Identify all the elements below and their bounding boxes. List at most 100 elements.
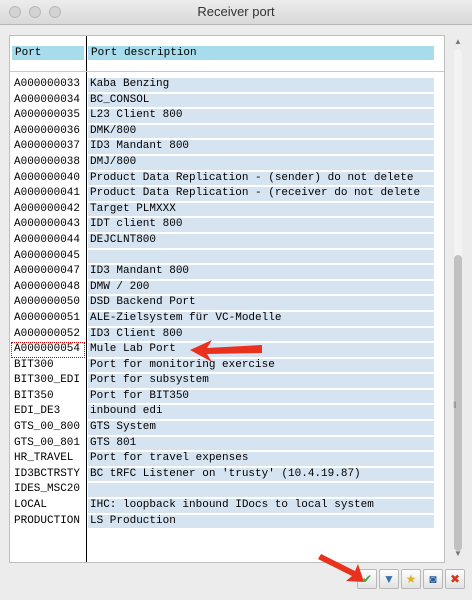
port-cell[interactable]: A000000045 <box>12 250 84 264</box>
port-cell[interactable]: A000000043 <box>12 218 84 232</box>
port-description-cell[interactable]: DMW / 200 <box>88 280 434 295</box>
table-row[interactable]: A000000042 Target PLMXXX <box>10 202 444 218</box>
port-description-cell[interactable] <box>88 483 434 498</box>
port-cell[interactable]: A000000035 <box>12 109 84 123</box>
vertical-scrollbar[interactable]: ▲ ‖ ▼ <box>452 35 464 561</box>
port-description-cell[interactable]: Port for BIT350 <box>88 389 434 404</box>
port-description-cell[interactable]: IHC: loopback inbound IDocs to local sys… <box>88 499 434 513</box>
port-description-cell[interactable]: LS Production <box>88 514 434 529</box>
port-cell[interactable]: A000000047 <box>12 265 84 279</box>
window-titlebar: Receiver port <box>0 0 472 25</box>
port-cell[interactable]: LOCAL <box>12 499 84 513</box>
port-description-cell[interactable]: IDT client 800 <box>88 218 434 232</box>
port-cell[interactable]: A000000054 <box>11 342 85 358</box>
port-cell[interactable]: BIT350 <box>12 390 84 404</box>
table-row[interactable]: PRODUCTION LS Production <box>10 514 444 530</box>
port-cell[interactable]: IDES_MSC20 <box>12 483 84 497</box>
port-description-cell[interactable]: inbound edi <box>88 405 434 420</box>
port-cell[interactable]: A000000048 <box>12 281 84 295</box>
port-cell[interactable]: GTS_00_801 <box>12 437 84 451</box>
port-description-cell[interactable]: L23 Client 800 <box>88 109 434 123</box>
port-cell[interactable]: A000000038 <box>12 156 84 170</box>
table-row[interactable]: A000000044 DEJCLNT800 <box>10 233 444 249</box>
port-cell[interactable]: A000000041 <box>12 187 84 201</box>
column-header-port[interactable]: Port <box>12 46 84 60</box>
port-description-cell[interactable]: DEJCLNT800 <box>88 233 434 248</box>
table-row[interactable]: BIT300_EDI Port for subsystem <box>10 373 444 389</box>
port-description-cell[interactable]: Port for subsystem <box>88 374 434 388</box>
table-row[interactable]: IDES_MSC20 <box>10 482 444 498</box>
port-description-cell[interactable]: DMK/800 <box>88 124 434 139</box>
port-cell[interactable]: A000000052 <box>12 328 84 342</box>
table-row[interactable]: BIT350 Port for BIT350 <box>10 389 444 405</box>
port-description-cell[interactable]: Port for travel expenses <box>88 452 434 466</box>
port-description-cell[interactable]: Product Data Replication - (receiver do … <box>88 187 434 201</box>
table-row[interactable]: A000000050 DSD Backend Port <box>10 295 444 311</box>
table-row[interactable]: HR_TRAVEL Port for travel expenses <box>10 451 444 467</box>
port-cell[interactable]: A000000051 <box>12 312 84 326</box>
port-cell[interactable]: EDI_DE3 <box>12 405 84 419</box>
table-row[interactable]: A000000033 Kaba Benzing <box>10 77 444 93</box>
table-row[interactable]: A000000036 DMK/800 <box>10 124 444 140</box>
close-icon: ✖ <box>449 572 461 586</box>
table-row[interactable]: A000000035 L23 Client 800 <box>10 108 444 124</box>
add-favorite-button[interactable]: ★ <box>401 569 421 589</box>
find-button[interactable]: ◙ <box>423 569 443 589</box>
cancel-button[interactable]: ✖ <box>445 569 465 589</box>
table-row[interactable]: ID3BCTRSTY BC tRFC Listener on 'trusty' (… <box>10 467 444 483</box>
table-row[interactable]: LOCAL IHC: loopback inbound IDocs to loca… <box>10 498 444 514</box>
resize-grip-icon[interactable]: ‖ <box>453 400 457 410</box>
scroll-up-icon[interactable]: ▲ <box>454 37 462 46</box>
port-cell[interactable]: GTS_00_800 <box>12 421 84 435</box>
port-description-cell[interactable]: ID3 Mandant 800 <box>88 140 434 154</box>
port-description-cell[interactable]: BC tRFC Listener on 'trusty' (10.4.19.87… <box>88 467 434 482</box>
table-row[interactable]: A000000043 IDT client 800 <box>10 217 444 233</box>
port-cell[interactable]: A000000033 <box>12 78 84 92</box>
port-rows: A000000033 Kaba Benzing A000000034 BC_CONSO… <box>10 77 444 529</box>
port-cell[interactable]: HR_TRAVEL <box>12 452 84 466</box>
port-description-cell[interactable]: ID3 Mandant 800 <box>88 265 434 279</box>
port-description-cell[interactable]: Product Data Replication - (sender) do n… <box>88 171 434 186</box>
port-list: Port Port description A000000033 Kaba Ben… <box>9 35 445 563</box>
column-header-description[interactable]: Port description <box>88 46 434 60</box>
port-description-cell[interactable]: DSD Backend Port <box>88 296 434 310</box>
port-cell[interactable]: BIT300_EDI <box>12 374 84 388</box>
table-row[interactable]: A000000047 ID3 Mandant 800 <box>10 264 444 280</box>
port-description-cell[interactable] <box>88 249 434 264</box>
header-divider <box>10 71 444 72</box>
table-row[interactable]: GTS_00_800 GTS System <box>10 420 444 436</box>
table-row[interactable]: A000000034 BC_CONSOL <box>10 93 444 109</box>
port-description-cell[interactable]: BC_CONSOL <box>88 93 434 108</box>
port-cell[interactable]: ID3BCTRSTY <box>12 468 84 482</box>
table-row[interactable]: A000000040 Product Data Replication - (se… <box>10 171 444 187</box>
port-description-cell[interactable]: ALE-Zielsystem für VC-Modelle <box>88 311 434 326</box>
port-cell[interactable]: A000000036 <box>12 125 84 139</box>
dialog-body: Port Port description A000000033 Kaba Ben… <box>0 25 472 600</box>
table-row[interactable]: A000000041 Product Data Replication - (re… <box>10 186 444 202</box>
annotation-arrow-icon <box>318 554 364 582</box>
port-cell[interactable]: A000000040 <box>12 172 84 186</box>
port-cell[interactable]: BIT300 <box>12 359 84 373</box>
table-row[interactable]: A000000045 <box>10 249 444 265</box>
port-cell[interactable]: A000000037 <box>12 140 84 154</box>
port-cell[interactable]: A000000044 <box>12 234 84 248</box>
filter-button[interactable]: ▼ <box>379 569 399 589</box>
binoculars-icon: ◙ <box>429 572 437 586</box>
port-cell[interactable]: A000000050 <box>12 296 84 310</box>
table-row[interactable]: GTS_00_801 GTS 801 <box>10 436 444 452</box>
table-row[interactable]: EDI_DE3 inbound edi <box>10 404 444 420</box>
table-row[interactable]: A000000038 DMJ/800 <box>10 155 444 171</box>
port-description-cell[interactable]: DMJ/800 <box>88 155 434 170</box>
port-cell[interactable]: A000000034 <box>12 94 84 108</box>
port-cell[interactable]: PRODUCTION <box>12 515 84 529</box>
filter-icon: ▼ <box>383 572 395 586</box>
port-description-cell[interactable]: GTS 801 <box>88 436 434 451</box>
port-description-cell[interactable]: Kaba Benzing <box>88 78 434 92</box>
port-cell[interactable]: A000000042 <box>12 203 84 217</box>
scroll-down-icon[interactable]: ▼ <box>454 549 462 558</box>
table-row[interactable]: A000000048 DMW / 200 <box>10 280 444 296</box>
table-row[interactable]: A000000051 ALE-Zielsystem für VC-Modelle <box>10 311 444 327</box>
table-row[interactable]: A000000037 ID3 Mandant 800 <box>10 139 444 155</box>
port-description-cell[interactable]: GTS System <box>88 421 434 435</box>
port-description-cell[interactable]: Target PLMXXX <box>88 202 434 217</box>
